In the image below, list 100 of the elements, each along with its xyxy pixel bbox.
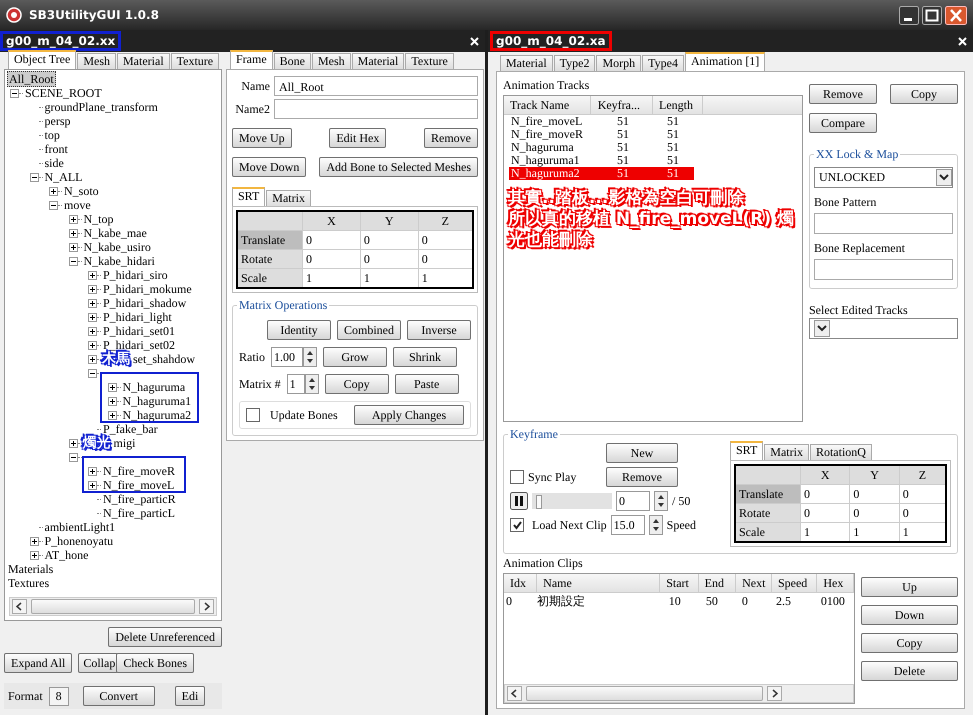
- tab[interactable]: SRT: [232, 187, 266, 206]
- clip-button[interactable]: Up: [861, 577, 958, 597]
- expander-icon[interactable]: [68, 214, 78, 224]
- apply-changes-button[interactable]: Apply Changes: [354, 405, 464, 425]
- tab[interactable]: Type4: [642, 55, 684, 71]
- tree-item[interactable]: N_kabe_usiro: [82, 240, 152, 254]
- clip-button[interactable]: Copy: [861, 633, 958, 653]
- scroll-left-icon[interactable]: [12, 599, 27, 614]
- dropdown-icon[interactable]: [814, 320, 830, 337]
- clip-button[interactable]: Down: [861, 605, 958, 625]
- bone-pattern-field[interactable]: [814, 213, 953, 234]
- pause-icon[interactable]: [510, 492, 528, 510]
- tab[interactable]: SRT: [730, 441, 764, 460]
- tab[interactable]: Bone: [274, 53, 311, 69]
- scroll-right-icon[interactable]: [199, 599, 214, 614]
- tree-item[interactable]: front: [44, 142, 69, 156]
- tree-item[interactable]: P_honenoyatu: [44, 534, 114, 548]
- expander-icon[interactable]: [68, 242, 78, 252]
- tree-item[interactable]: P_hidari_siro: [102, 268, 169, 282]
- remove-track-button[interactable]: Remove: [809, 84, 877, 104]
- table-cell[interactable]: 0: [302, 250, 360, 268]
- tree-item[interactable]: All_Root: [7, 71, 56, 87]
- tab[interactable]: Material: [117, 53, 170, 69]
- tree-item[interactable]: SCENE_ROOT: [24, 86, 103, 100]
- tab[interactable]: Mesh: [77, 53, 116, 69]
- column-header[interactable]: Length: [653, 96, 703, 114]
- table-cell[interactable]: 1: [360, 268, 418, 288]
- tab[interactable]: Object Tree: [8, 50, 76, 69]
- expander-icon[interactable]: [88, 284, 97, 294]
- table-cell[interactable]: 1: [418, 268, 473, 288]
- column-header[interactable]: Next: [736, 574, 772, 592]
- column-header[interactable]: Start: [660, 574, 699, 592]
- tab[interactable]: Material: [500, 55, 553, 71]
- speed-field[interactable]: 15.0: [610, 515, 645, 535]
- table-cell[interactable]: 0: [418, 250, 473, 268]
- edited-tracks-dropdown[interactable]: [809, 318, 958, 339]
- column-header[interactable]: Idx: [504, 574, 538, 592]
- tree-item[interactable]: N_haguruma: [122, 380, 186, 394]
- clip-row[interactable]: 0 初期設定 10 50 0 2.5 0100: [504, 593, 854, 609]
- tree-item[interactable]: P_hidari_shadow: [102, 296, 188, 310]
- expander-icon[interactable]: [49, 200, 58, 210]
- track-row[interactable]: N_haguruma 51 51: [509, 141, 694, 154]
- table-cell[interactable]: 0: [418, 230, 473, 250]
- frame-button[interactable]: Move Up: [232, 128, 292, 148]
- expander-icon[interactable]: [88, 298, 97, 308]
- tree-item[interactable]: N_fire_particL: [102, 506, 176, 520]
- tab[interactable]: Material: [352, 53, 404, 69]
- tree-item[interactable]: P_hidari_light: [102, 310, 173, 324]
- matrix-button[interactable]: Identity: [267, 320, 331, 340]
- table-cell[interactable]: 1: [302, 268, 360, 288]
- name-field[interactable]: All_Root: [274, 76, 478, 96]
- tree-item[interactable]: groundPlane_transform: [44, 100, 159, 114]
- expander-icon[interactable]: [68, 228, 78, 238]
- frame-slider[interactable]: [532, 493, 612, 509]
- tree-item[interactable]: N_kabe_mae: [82, 226, 148, 240]
- frame-field[interactable]: 0: [616, 491, 650, 511]
- track-row[interactable]: N_fire_moveR 51 51: [509, 128, 694, 141]
- table-cell[interactable]: 1: [899, 522, 946, 542]
- tree-item[interactable]: P_hidari_mokume: [102, 282, 193, 296]
- tree-item[interactable]: P_hidari_set02: [102, 338, 176, 352]
- lock-dropdown[interactable]: UNLOCKED: [814, 167, 953, 188]
- tab[interactable]: Matrix: [266, 190, 311, 206]
- tab[interactable]: Mesh: [312, 53, 351, 69]
- minimize-icon[interactable]: [899, 6, 919, 24]
- tree-item[interactable]: persp: [44, 114, 72, 128]
- table-cell[interactable]: 0: [800, 484, 850, 504]
- load-next-clip-checkbox[interactable]: [510, 518, 524, 532]
- bone-replacement-field[interactable]: [814, 259, 953, 280]
- table-cell[interactable]: 0: [899, 504, 946, 522]
- format-field[interactable]: 8: [48, 686, 69, 706]
- horizontal-scrollbar[interactable]: [9, 597, 217, 616]
- new-keyframe-button[interactable]: New: [606, 443, 678, 463]
- expander-icon[interactable]: [88, 480, 97, 490]
- matrix-number-field[interactable]: 1: [286, 374, 305, 394]
- table-cell[interactable]: 1: [800, 522, 850, 542]
- edit-button[interactable]: Edi: [174, 686, 206, 706]
- spinner-icon[interactable]: [648, 515, 663, 535]
- tab[interactable]: Morph: [596, 55, 642, 71]
- tree-item[interactable]: Textures: [7, 576, 50, 590]
- dropdown-icon[interactable]: [936, 169, 952, 186]
- table-cell[interactable]: 0: [850, 504, 900, 522]
- track-row[interactable]: N_haguruma1 51 51: [509, 154, 694, 167]
- tree-item[interactable]: AT_hone: [44, 548, 90, 562]
- clip-button[interactable]: Delete: [861, 661, 958, 681]
- matrix-button[interactable]: Combined: [337, 320, 401, 340]
- copy-track-button[interactable]: Copy: [890, 84, 958, 104]
- scroll-right-icon[interactable]: [767, 686, 782, 701]
- spinner-icon[interactable]: [303, 347, 317, 367]
- expander-icon[interactable]: [108, 410, 116, 420]
- matrix-button[interactable]: Inverse: [407, 320, 471, 340]
- spinner-icon[interactable]: [304, 374, 319, 394]
- tree-item[interactable]: top: [44, 128, 61, 142]
- expander-icon[interactable]: [88, 326, 97, 336]
- horizontal-scrollbar[interactable]: [504, 684, 854, 703]
- scroll-left-icon[interactable]: [507, 686, 522, 701]
- ratio-field[interactable]: 1.00: [271, 347, 303, 367]
- track-row[interactable]: N_haguruma2 51 51: [509, 167, 694, 180]
- matrix-button[interactable]: Copy: [324, 374, 389, 394]
- check-bones-button[interactable]: Check Bones: [116, 653, 194, 673]
- collapse-button[interactable]: Collap: [78, 653, 118, 673]
